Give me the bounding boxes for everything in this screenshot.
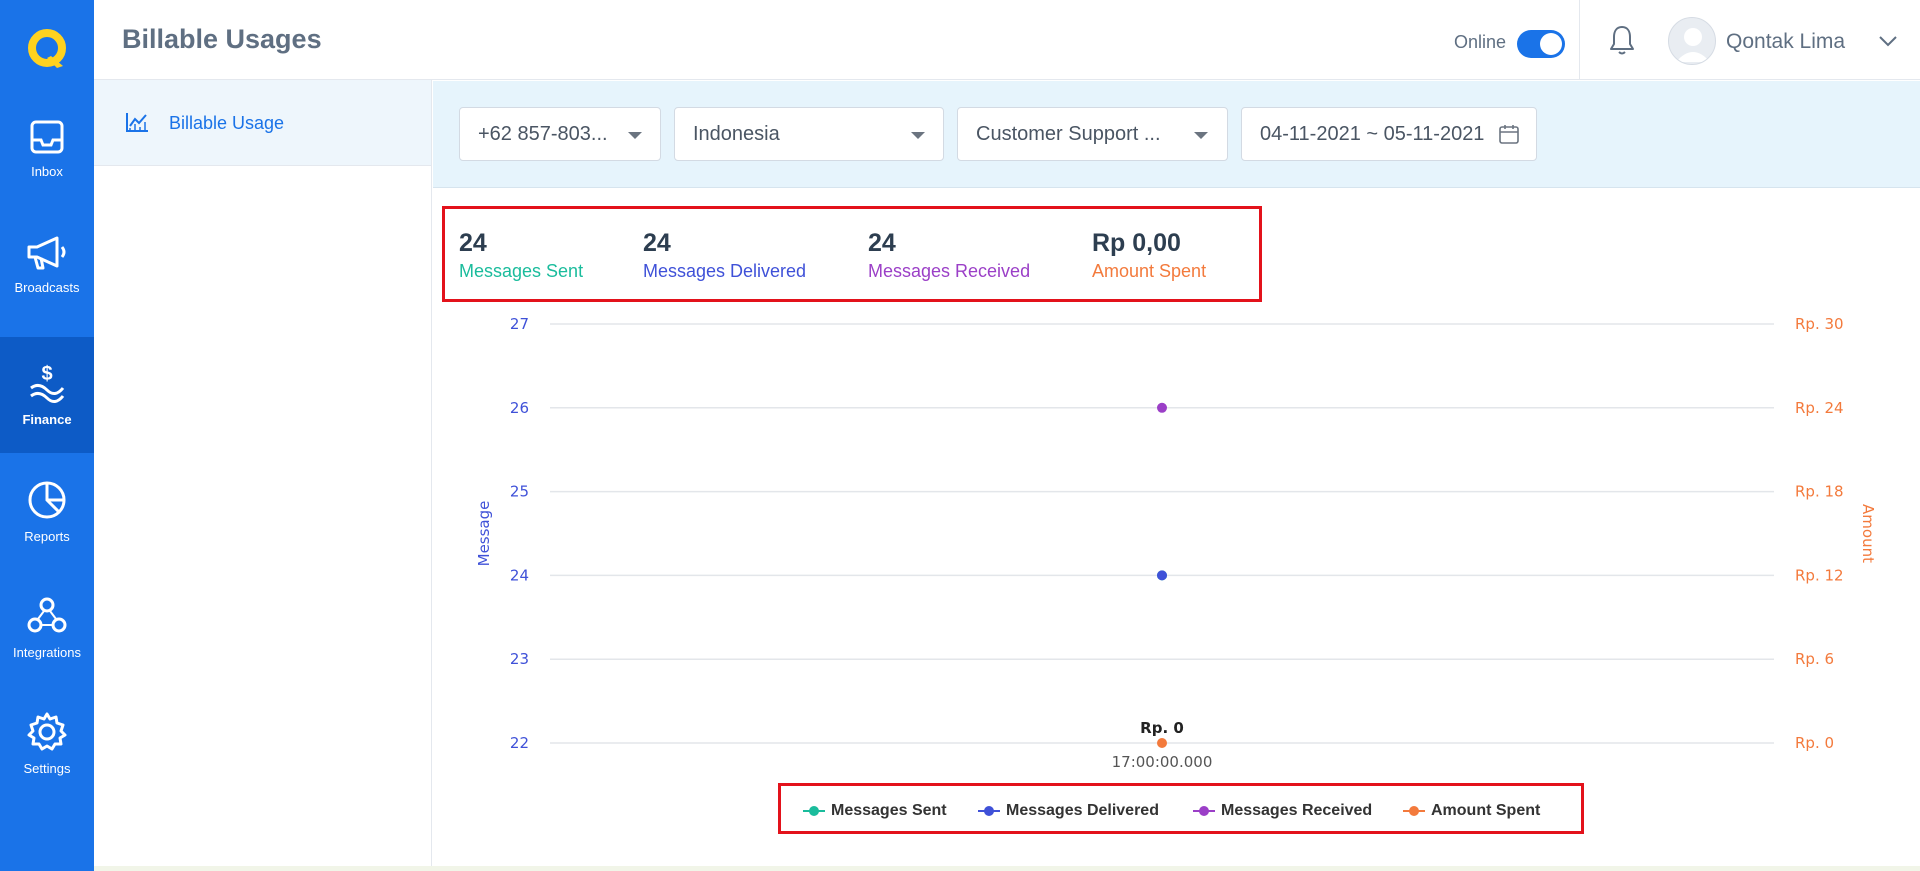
y-tick-label: 26	[510, 399, 529, 417]
user-menu-button[interactable]	[1878, 34, 1898, 53]
y-tick-label: 23	[510, 650, 529, 668]
nav-item-inbox[interactable]: Inbox	[0, 90, 94, 206]
y-right-tick-label: Rp. 30	[1795, 315, 1844, 333]
stats-summary: 24 Messages Sent 24 Messages Delivered 2…	[442, 206, 1262, 302]
y-right-tick-label: Rp. 18	[1795, 483, 1844, 501]
point-amount-spent	[1157, 738, 1167, 748]
user-avatar[interactable]	[1668, 17, 1716, 65]
online-toggle[interactable]	[1517, 30, 1565, 58]
user-icon	[1676, 28, 1710, 62]
legend-marker	[803, 805, 825, 817]
y-tick-label: 22	[510, 734, 529, 752]
date-range-value: 04-11-2021 ~ 05-11-2021	[1260, 123, 1485, 145]
legend-item-messages-received[interactable]: Messages Received	[1193, 802, 1372, 820]
svg-text:$: $	[41, 364, 52, 385]
point-messages-received	[1157, 402, 1167, 413]
filter-bar: +62 857-803... Indonesia Customer Suppor…	[433, 81, 1920, 188]
nav-label-settings: Settings	[23, 760, 71, 776]
data-label: Rp. 0	[1140, 719, 1184, 737]
phone-select-value: +62 857-803...	[478, 123, 608, 145]
nav-label-inbox: Inbox	[31, 163, 63, 179]
legend-marker	[1193, 805, 1215, 817]
stat-value: Rp 0,00	[1092, 229, 1181, 257]
bottom-strip	[94, 866, 1920, 871]
y-right-axis-label: Amount	[1859, 504, 1877, 563]
sidebar-item-billable-usage[interactable]: Billable Usage	[94, 80, 431, 166]
legend-label: Messages Received	[1221, 802, 1373, 819]
calendar-icon	[1499, 125, 1519, 144]
phone-select[interactable]: +62 857-803...	[459, 107, 661, 161]
stat-messages-received: 24 Messages Received	[868, 229, 1030, 282]
usage-chart: 22 23 24 25 26 27 Rp. 0 Rp. 6 Rp. 12 Rp. 18 Rp. 24…	[475, 315, 1877, 771]
stat-value: 24	[868, 229, 896, 257]
main-nav: Inbox Broadcasts $ Finance Reports Integ…	[0, 0, 94, 871]
y-right-tick-label: Rp. 24	[1795, 399, 1844, 417]
nav-label-broadcasts: Broadcasts	[14, 279, 80, 295]
chart-legend: Messages Sent Messages Delivered Message…	[778, 783, 1584, 834]
nav-label-finance: Finance	[22, 411, 72, 427]
nav-label-reports: Reports	[24, 528, 70, 544]
date-range-picker[interactable]: 04-11-2021 ~ 05-11-2021	[1241, 107, 1537, 161]
caret-down-icon	[911, 132, 925, 139]
legend-marker	[978, 805, 1000, 817]
header-divider	[1579, 0, 1580, 79]
online-status-label: Online	[1454, 32, 1507, 52]
megaphone-icon	[27, 236, 66, 269]
gear-icon	[27, 712, 67, 750]
stat-label: Messages Sent	[459, 261, 584, 281]
stat-label: Amount Spent	[1092, 261, 1207, 281]
page-title: Billable Usages	[122, 24, 322, 54]
sidebar-item-label: Billable Usage	[169, 113, 285, 133]
finance-icon: $	[30, 364, 65, 403]
y-tick-label: 27	[510, 315, 529, 333]
nav-item-integrations[interactable]: Integrations	[0, 569, 94, 685]
chevron-down-icon	[1879, 36, 1897, 47]
legend-item-messages-sent[interactable]: Messages Sent	[803, 802, 947, 820]
y-tick-label: 24	[510, 566, 529, 584]
notification-button[interactable]	[1608, 24, 1636, 61]
stat-amount-spent: Rp 0,00 Amount Spent	[1092, 229, 1206, 282]
y-right-tick-label: Rp. 12	[1795, 566, 1844, 584]
legend-label: Messages Sent	[831, 802, 947, 819]
inbox-icon	[30, 120, 64, 153]
nav-item-reports[interactable]: Reports	[0, 453, 94, 569]
legend-item-messages-delivered[interactable]: Messages Delivered	[978, 802, 1159, 820]
stat-label: Messages Delivered	[643, 261, 807, 281]
country-select[interactable]: Indonesia	[674, 107, 944, 161]
y-right-tick-label: Rp. 0	[1795, 734, 1834, 752]
x-tick-label: 17:00:00.000	[1112, 753, 1213, 771]
y-axis-label: Message	[475, 501, 493, 567]
nav-label-integrations: Integrations	[13, 644, 81, 660]
pie-chart-icon	[28, 481, 66, 518]
y-right-tick-label: Rp. 6	[1795, 650, 1834, 668]
bell-icon	[1610, 26, 1634, 55]
point-messages-delivered	[1157, 570, 1167, 581]
qontak-logo[interactable]	[0, 0, 94, 100]
stat-value: 24	[643, 229, 671, 257]
legend-marker	[1403, 805, 1425, 817]
toggle-knob	[1540, 33, 1562, 55]
channel-select-value: Customer Support ...	[976, 123, 1161, 145]
stat-value: 24	[459, 229, 487, 257]
nav-item-broadcasts[interactable]: Broadcasts	[0, 206, 94, 322]
finance-sidebar: Billable Usage	[94, 80, 432, 871]
y-tick-label: 25	[510, 483, 529, 501]
channel-select[interactable]: Customer Support ...	[957, 107, 1228, 161]
stat-messages-delivered: 24 Messages Delivered	[643, 229, 806, 282]
user-name[interactable]: Qontak Lima	[1726, 30, 1845, 54]
legend-label: Messages Delivered	[1006, 802, 1159, 819]
logo-icon	[28, 29, 66, 68]
country-select-value: Indonesia	[693, 123, 780, 145]
nav-item-finance[interactable]: $ Finance	[0, 337, 94, 453]
nav-item-settings[interactable]: Settings	[0, 685, 94, 801]
stat-label: Messages Received	[868, 261, 1031, 281]
caret-down-icon	[1194, 132, 1208, 139]
top-header: Billable Usages Online Qontak Lima	[94, 0, 1920, 80]
integrations-icon	[27, 597, 67, 632]
legend-label: Amount Spent	[1431, 802, 1541, 819]
caret-down-icon	[628, 132, 642, 139]
legend-item-amount-spent[interactable]: Amount Spent	[1403, 802, 1540, 820]
line-chart-icon	[126, 113, 148, 132]
stat-messages-sent: 24 Messages Sent	[459, 229, 583, 282]
